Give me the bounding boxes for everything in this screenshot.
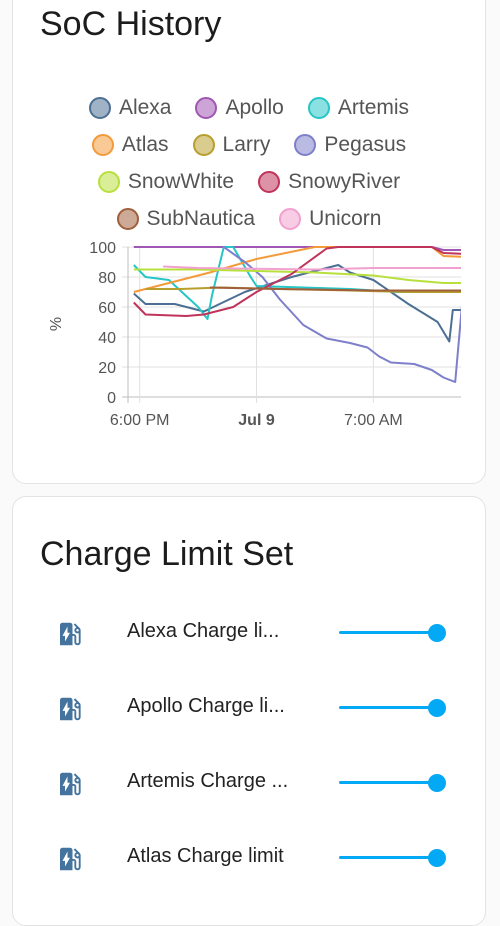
legend-label: Alexa [118,95,172,119]
legend-row: Alexa Apollo Artemis [13,89,485,126]
charge-limit-slider[interactable] [339,774,446,792]
legend-swatch [307,96,330,119]
card-title: Charge Limit Set [40,535,294,573]
legend-item-atlas[interactable]: Atlas [91,132,169,157]
series-line-alexa [133,264,461,343]
legend-item-pegasus[interactable]: Pegasus [294,133,406,157]
legend-item-snowyriver[interactable]: SnowyRiver [258,170,400,194]
slider-track[interactable] [339,856,437,859]
legend-row: Atlas Larry Pegasus [13,126,485,163]
charge-limit-label: Alexa Charge li... [127,620,280,642]
legend-swatch [258,170,281,193]
legend-swatch [279,207,302,230]
legend-item-artemis[interactable]: Artemis [307,95,410,120]
slider-thumb[interactable] [428,774,446,792]
legend-label: SnowyRiver [288,169,401,193]
charge-limit-card: Charge Limit Set Alexa Charge li... Apoll… [12,496,486,926]
legend-item-apollo[interactable]: Apollo [195,95,284,120]
charge-limit-slider[interactable] [339,699,446,717]
card-title: SoC History [40,5,222,43]
y-tick-label: 40 [98,330,116,347]
legend-swatch [116,207,139,230]
y-tick-label: 100 [89,240,116,257]
soc-history-card: SoC History Alexa Apollo Artemis Atlas Larry… [12,0,486,484]
charge-limit-label: Artemis Charge ... [127,770,289,792]
x-tick-label: 7:00 AM [344,412,403,429]
series-line-unicorn [163,265,461,271]
x-tick-label: Jul 9 [238,412,275,429]
ev-station-icon [60,622,81,646]
legend-label: Pegasus [324,132,407,156]
legend-label: SnowWhite [127,169,235,193]
legend-label: Atlas [121,132,169,156]
charge-limit-slider[interactable] [339,624,446,642]
legend-swatch [88,96,111,119]
series-line-artemis [133,246,461,320]
legend-label: Apollo [225,95,284,119]
legend-item-alexa[interactable]: Alexa [88,95,172,120]
legend-label: SubNautica [146,206,256,230]
y-tick-label: 80 [98,270,116,287]
slider-track[interactable] [339,706,437,709]
legend-swatch [294,133,317,156]
charge-limit-label: Apollo Charge li... [127,695,285,717]
legend-label: Artemis [337,95,410,119]
series-line-snowwhite [133,268,461,284]
legend-label: Larry [222,132,271,156]
chart-legend: Alexa Apollo Artemis Atlas Larry Pegasus SnowW… [13,89,485,237]
ev-station-icon [60,847,81,871]
ev-station-icon [60,697,81,721]
y-tick-label: 60 [98,300,116,317]
charge-limit-label: Atlas Charge limit [127,845,284,867]
slider-track[interactable] [339,781,437,784]
y-tick-label: 0 [107,390,116,407]
legend-row: SnowWhite SnowyRiver [13,163,485,200]
slider-thumb[interactable] [428,624,446,642]
charge-limit-slider[interactable] [339,849,446,867]
legend-swatch [97,170,120,193]
legend-swatch [192,133,215,156]
charge-limit-row: Artemis Charge ... [13,753,487,813]
charge-limit-row: Alexa Charge li... [13,603,487,663]
legend-swatch [91,133,114,156]
legend-item-larry[interactable]: Larry [192,132,271,157]
legend-item-subnautica[interactable]: SubNautica [116,206,256,231]
charge-limit-row: Atlas Charge limit [13,828,487,888]
legend-row: SubNautica Unicorn [13,200,485,237]
legend-item-snowwhite[interactable]: SnowWhite [97,169,235,194]
y-axis-label: % [48,317,65,331]
slider-thumb[interactable] [428,849,446,867]
x-tick-label: 6:00 PM [110,412,170,429]
y-tick-label: 20 [98,360,116,377]
legend-swatch [195,96,218,119]
slider-track[interactable] [339,631,437,634]
ev-station-icon [60,772,81,796]
legend-label: Unicorn [309,206,382,230]
charge-limit-row: Apollo Charge li... [13,678,487,738]
slider-thumb[interactable] [428,699,446,717]
legend-item-unicorn[interactable]: Unicorn [279,207,381,231]
soc-history-chart: 0 20 40 60 80 100% 6:00 PM Jul 9 7:00 AM [48,240,461,429]
